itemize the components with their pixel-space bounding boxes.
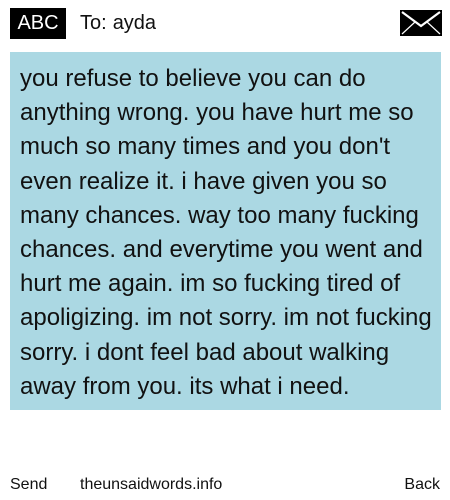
message-text: you refuse to believe you can do anythin… — [20, 65, 432, 400]
to-label: To: — [80, 12, 107, 34]
recipient-line: To: ayda — [80, 8, 156, 39]
site-credit: theunsaidwords.info — [80, 476, 223, 493]
message-screen: ABC To: ayda you refuse to believe you ca… — [0, 0, 450, 500]
send-button[interactable]: Send — [10, 472, 47, 498]
softkey-bar: Send theunsaidwords.info Back — [0, 472, 450, 498]
message-body-area[interactable]: you refuse to believe you can do anythin… — [10, 52, 441, 480]
recipient-name: ayda — [112, 12, 157, 34]
header-bar: ABC To: ayda — [0, 0, 450, 46]
envelope-icon[interactable] — [400, 10, 442, 36]
input-mode-badge: ABC — [10, 8, 66, 39]
back-button[interactable]: Back — [404, 472, 440, 498]
